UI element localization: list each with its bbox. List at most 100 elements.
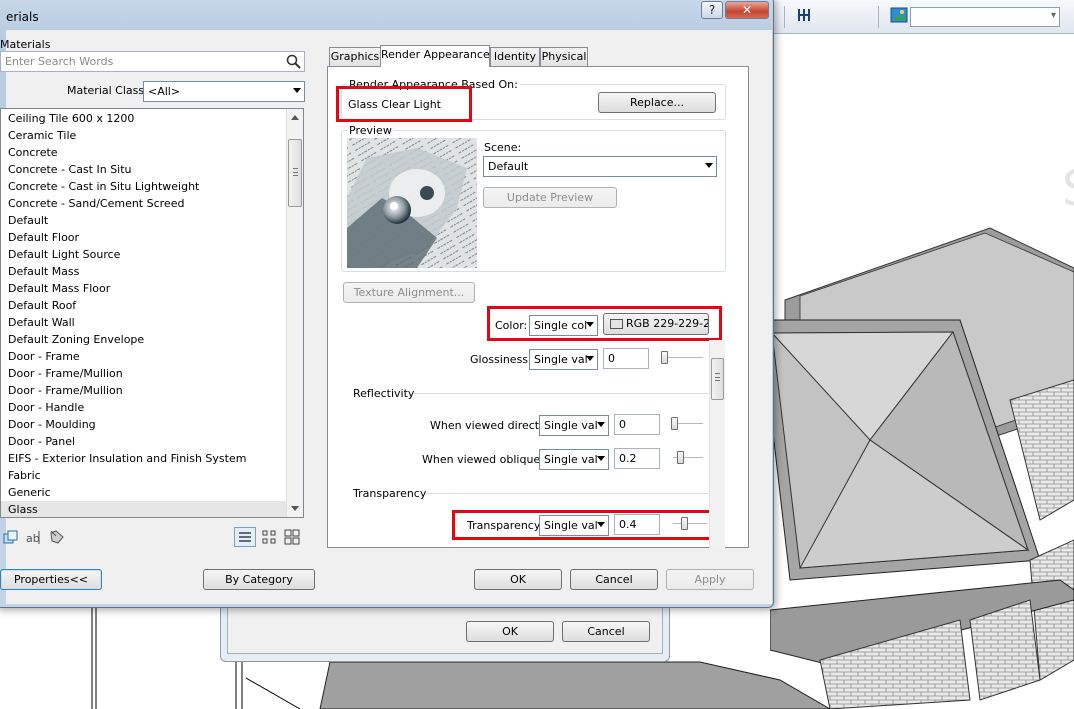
scene-value: Default [488, 160, 529, 173]
transparency-section-label: Transparency [353, 487, 427, 500]
apply-button[interactable]: Apply [666, 569, 754, 590]
material-list-item[interactable]: Default Roof [1, 297, 287, 314]
section-divider [425, 493, 708, 494]
image-icon[interactable] [890, 6, 908, 24]
material-list-item[interactable]: Concrete - Cast in Situ Lightweight [1, 178, 287, 195]
tab-graphics[interactable]: Graphics [329, 47, 381, 67]
toolbar-combo[interactable] [910, 7, 1060, 27]
material-list-item[interactable]: Ceramic Tile [1, 127, 287, 144]
scroll-thumb[interactable] [288, 139, 302, 207]
chevron-down-icon [597, 456, 605, 461]
section-divider [413, 393, 708, 394]
update-preview-button[interactable]: Update Preview [483, 187, 617, 208]
viewed-obliquely-input[interactable]: 0.2 [614, 448, 660, 469]
material-list-item[interactable]: Default Mass [1, 263, 287, 280]
search-placeholder: Enter Search Words [5, 55, 114, 68]
search-icon[interactable] [286, 54, 301, 69]
materials-list[interactable]: Ceiling Tile 600 x 1200 Ceramic Tile Concr… [0, 108, 304, 518]
properties-scroll-thumb[interactable] [711, 358, 724, 400]
tab-render-appearance[interactable]: Render Appearance [380, 45, 490, 67]
glossiness-input[interactable]: 0 [603, 348, 649, 369]
viewed-directly-label: When viewed directly: [430, 419, 552, 432]
svg-text:ab: ab [26, 532, 40, 545]
glossiness-value: 0 [608, 352, 615, 365]
viewed-directly-mode-value: Single val [544, 419, 598, 432]
help-button[interactable]: ? [701, 1, 723, 19]
highlight-transparency [452, 510, 722, 540]
material-list-item[interactable]: Default Light Source [1, 246, 287, 263]
material-list-item[interactable]: EIFS - Exterior Insulation and Finish Sy… [1, 450, 287, 467]
viewed-obliquely-value: 0.2 [619, 452, 637, 465]
material-list-item[interactable]: Default Floor [1, 229, 287, 246]
chevron-down-icon [586, 356, 594, 361]
material-list-item[interactable]: Concrete - Sand/Cement Screed [1, 195, 287, 212]
material-list-item[interactable]: Fabric [1, 467, 287, 484]
material-list-item[interactable]: Default Mass Floor [1, 280, 287, 297]
material-list-item[interactable]: Default Wall [1, 314, 287, 331]
highlight-based-on [336, 86, 472, 122]
by-category-button[interactable]: By Category [203, 569, 315, 590]
viewed-directly-slider-thumb[interactable] [671, 417, 678, 430]
list-view-icon[interactable] [234, 527, 256, 547]
ok-button[interactable]: OK [474, 569, 562, 590]
viewed-directly-mode-select[interactable]: Single val [539, 415, 609, 436]
back-cancel-button[interactable]: Cancel [562, 621, 650, 642]
properties-toggle-button[interactable]: Properties<< [0, 569, 102, 590]
material-preview-image [347, 138, 477, 268]
material-list-item[interactable]: Generic [1, 484, 287, 501]
level-icon[interactable] [796, 6, 814, 24]
viewed-obliquely-mode-select[interactable]: Single val [539, 449, 609, 470]
material-list-item[interactable]: Door - Moulding [1, 416, 287, 433]
scene-label: Scene: [484, 141, 522, 154]
rename-material-icon[interactable]: ab [26, 529, 42, 545]
viewed-directly-input[interactable]: 0 [614, 414, 660, 435]
replace-button[interactable]: Replace... [598, 92, 716, 113]
material-list-item[interactable]: Concrete - Cast In Situ [1, 161, 287, 178]
preview-label: Preview [347, 124, 394, 137]
small-icons-view-icon[interactable] [261, 529, 277, 545]
scroll-up-icon[interactable] [291, 115, 299, 120]
cancel-button[interactable]: Cancel [570, 569, 658, 590]
viewed-obliquely-mode-value: Single val [544, 453, 598, 466]
glossiness-label: Glossiness: [470, 353, 532, 366]
viewed-obliquely-slider-thumb[interactable] [677, 451, 684, 464]
dialog-title: erials [6, 10, 39, 24]
material-list-item[interactable]: Door - Frame/Mullion [1, 382, 287, 399]
materials-list-scrollbar[interactable] [286, 109, 303, 517]
close-button[interactable]: ✕ [725, 1, 769, 19]
glossiness-slider-thumb[interactable] [661, 351, 668, 364]
material-list-item[interactable]: Ceiling Tile 600 x 1200 [1, 110, 287, 127]
material-list-item[interactable]: Glass [1, 501, 287, 517]
material-class-label: Material Class: [67, 84, 148, 97]
material-list-item[interactable]: Default Zoning Envelope [1, 331, 287, 348]
properties-scrollbar[interactable] [709, 340, 725, 548]
viewed-obliquely-label: When viewed obliquely: [422, 453, 553, 466]
material-class-value: <All> [148, 85, 181, 98]
tab-identity[interactable]: Identity [490, 47, 540, 67]
back-ok-button[interactable]: OK [466, 621, 554, 642]
material-list-item[interactable]: Door - Frame [1, 348, 287, 365]
glossiness-slider-track[interactable] [663, 357, 703, 359]
glossiness-mode-select[interactable]: Single val [529, 349, 598, 370]
material-class-select[interactable]: <All> [143, 81, 305, 102]
chevron-down-icon [705, 163, 713, 168]
toolbar-separator [878, 6, 879, 28]
chevron-down-icon [597, 422, 605, 427]
material-list-item[interactable]: Door - Frame/Mullion [1, 365, 287, 382]
texture-alignment-button[interactable]: Texture Alignment... [343, 282, 475, 303]
chevron-down-icon [293, 88, 301, 93]
materials-label: Materials [0, 38, 51, 51]
material-list-item[interactable]: Door - Handle [1, 399, 287, 416]
large-icons-view-icon[interactable] [284, 529, 300, 545]
scroll-down-icon[interactable] [291, 506, 299, 511]
material-list-item[interactable]: Door - Panel [1, 433, 287, 450]
search-input[interactable]: Enter Search Words [0, 51, 305, 72]
material-list-item[interactable]: Concrete [1, 144, 287, 161]
delete-material-icon[interactable] [49, 529, 65, 545]
material-list-item[interactable]: Default [1, 212, 287, 229]
toolbar-separator [784, 6, 785, 28]
tab-physical[interactable]: Physical [540, 47, 588, 67]
highlight-color [487, 306, 722, 341]
scene-select[interactable]: Default [483, 156, 717, 177]
duplicate-material-icon[interactable] [3, 529, 19, 545]
